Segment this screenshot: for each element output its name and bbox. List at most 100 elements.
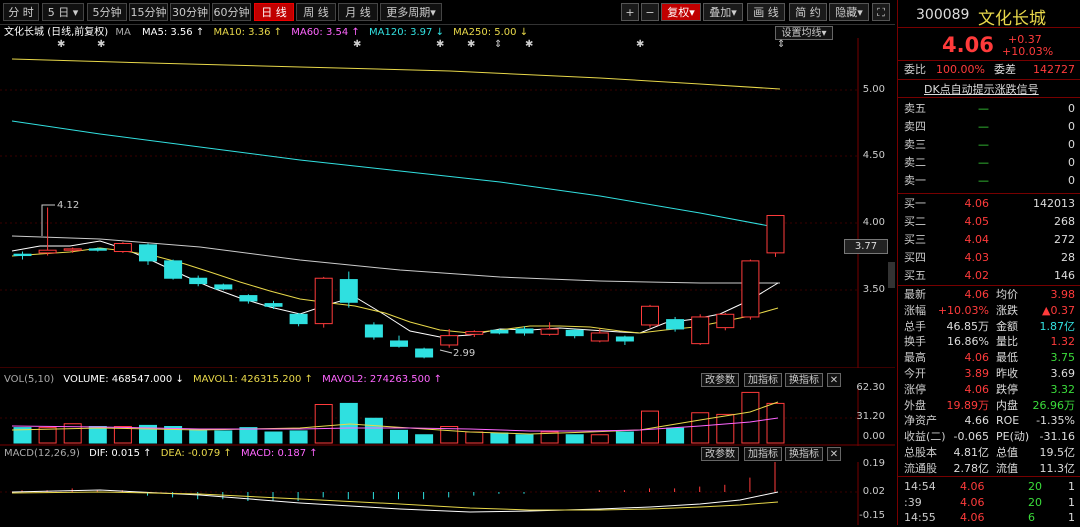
vol-y-label-bottom: 0.00 bbox=[862, 431, 885, 442]
mavol1-text: MAVOL1: 426315.200 bbox=[193, 374, 302, 385]
divider bbox=[898, 97, 1080, 98]
macd-panel-name: MACD(12,26,9) bbox=[4, 448, 80, 459]
volume-bar bbox=[314, 404, 333, 444]
ask-volume: 0 bbox=[1068, 120, 1075, 133]
volume-bar bbox=[766, 402, 785, 444]
tab-30min[interactable]: 30分钟 bbox=[170, 3, 210, 21]
bid-row: 买一 4.06 142013 bbox=[898, 195, 1080, 213]
candle bbox=[113, 243, 132, 253]
candle bbox=[766, 214, 785, 254]
arrow-down-icon: ↓ bbox=[435, 27, 444, 38]
candle bbox=[364, 324, 383, 338]
ask-price: — bbox=[978, 138, 989, 151]
candle bbox=[239, 295, 258, 302]
macd-modify-params-button[interactable]: 改参数 bbox=[701, 447, 739, 461]
volume-bar bbox=[214, 430, 233, 444]
candlestick-chart[interactable]: ✱ ✱ ✱ ✱ ✱ ⇕ ✱ ✱ ⇕ 4.12 2.99 bbox=[0, 38, 895, 368]
hide-label: 隐藏 bbox=[835, 6, 858, 19]
chevron-down-icon: ▾ bbox=[689, 6, 695, 19]
candle bbox=[214, 284, 233, 290]
ask-volume: 0 bbox=[1068, 174, 1075, 187]
vol-close-icon[interactable]: ✕ bbox=[827, 373, 841, 387]
candle bbox=[164, 260, 183, 279]
bid-price: 4.03 bbox=[964, 251, 990, 264]
arrow-up-icon: ↑ bbox=[433, 374, 442, 385]
tab-daily[interactable]: 日 线 bbox=[254, 3, 294, 21]
zoom-in-button[interactable]: + bbox=[621, 3, 639, 21]
macd-chart[interactable] bbox=[0, 462, 895, 525]
candle bbox=[38, 249, 57, 254]
arrow-up-icon: ↑ bbox=[143, 448, 152, 459]
ask-row: 卖五 — 0 bbox=[898, 100, 1080, 118]
svg-text:✱: ✱ bbox=[97, 39, 105, 50]
bid-label: 买一 bbox=[904, 197, 926, 210]
bid-price: 4.02 bbox=[964, 269, 990, 282]
price-change-pct: +10.03% bbox=[1002, 45, 1054, 58]
ma120-text: MA120: 3.97 bbox=[369, 27, 433, 38]
zoom-out-button[interactable]: − bbox=[641, 3, 659, 21]
macd-histogram bbox=[21, 462, 776, 501]
y-label-450: 4.50 bbox=[862, 150, 885, 161]
stock-code: 300089 bbox=[916, 7, 970, 23]
candle bbox=[716, 313, 735, 329]
tab-5day[interactable]: 5 日 ▾ bbox=[42, 3, 84, 21]
dk-signal-link[interactable]: DK点自动提示涨跌信号 bbox=[924, 81, 1039, 97]
tab-intraday[interactable]: 分 时 bbox=[3, 3, 39, 21]
candle bbox=[13, 253, 32, 257]
vol-switch-indicator-button[interactable]: 换指标 bbox=[785, 373, 823, 387]
volume-bar bbox=[88, 426, 107, 444]
tab-60min[interactable]: 60分钟 bbox=[212, 3, 251, 21]
ma5-value: MA5: 3.56 ↑ bbox=[142, 27, 204, 38]
weibi-row: 委比 100.00% 委差 142727 bbox=[898, 61, 1080, 79]
vol-add-indicator-button[interactable]: 加指标 bbox=[744, 373, 782, 387]
volume-chart[interactable] bbox=[0, 388, 895, 446]
overlay-button[interactable]: 叠加▾ bbox=[703, 3, 743, 21]
fullscreen-icon[interactable]: ⛶ bbox=[872, 3, 890, 21]
arrow-down-icon: ↓ bbox=[519, 27, 529, 38]
ma5-line bbox=[11, 240, 779, 338]
stat-value: 2.78亿 bbox=[953, 461, 990, 475]
draw-line-button[interactable]: 画 线 bbox=[747, 3, 785, 21]
chevron-down-icon: ▾ bbox=[857, 6, 863, 19]
ma120-value: MA120: 3.97 ↓ bbox=[369, 27, 444, 38]
tab-monthly[interactable]: 月 线 bbox=[338, 3, 378, 21]
arrow-up-icon: ↑ bbox=[309, 448, 318, 459]
tab-weekly[interactable]: 周 线 bbox=[296, 3, 336, 21]
tab-more-periods[interactable]: 更多周期▾ bbox=[380, 3, 442, 21]
candle bbox=[139, 244, 157, 262]
volume-bar bbox=[565, 434, 584, 444]
ask-row: 卖一 — 0 bbox=[898, 172, 1080, 190]
candle bbox=[741, 260, 760, 318]
divider bbox=[898, 79, 1080, 80]
macd-add-indicator-button[interactable]: 加指标 bbox=[744, 447, 782, 461]
macd-switch-indicator-button[interactable]: 换指标 bbox=[785, 447, 823, 461]
ma120-line bbox=[11, 120, 781, 229]
low-annotation-line bbox=[439, 349, 453, 354]
adjust-button[interactable]: 复权▾ bbox=[661, 3, 701, 21]
ma250-value: MA250: 5.00 ↓ bbox=[453, 27, 528, 38]
simplify-button[interactable]: 简 约 bbox=[789, 3, 827, 21]
dif-value: DIF: 0.015 ↑ bbox=[89, 448, 151, 459]
high-annotation-line bbox=[41, 204, 55, 236]
bid-row: 买三 4.04 272 bbox=[898, 231, 1080, 249]
hide-button[interactable]: 隐藏▾ bbox=[829, 3, 869, 21]
volume-bar bbox=[666, 427, 685, 444]
macd-info-line: MACD(12,26,9) DIF: 0.015 ↑ DEA: -0.079 ↑… bbox=[4, 448, 318, 460]
tick-price: 4.06 bbox=[960, 511, 985, 524]
candles bbox=[13, 207, 785, 359]
event-markers: ✱ ✱ ✱ ✱ ✱ ⇕ ✱ ✱ ⇕ bbox=[57, 39, 785, 50]
arrow-up-icon: ↑ bbox=[273, 27, 283, 38]
macd-y-label-mid: 0.02 bbox=[862, 486, 885, 497]
vol-modify-params-button[interactable]: 改参数 bbox=[701, 373, 739, 387]
side-collapse-handle[interactable] bbox=[888, 262, 895, 288]
macd-close-icon[interactable]: ✕ bbox=[827, 447, 841, 461]
candle bbox=[691, 316, 710, 345]
tab-15min[interactable]: 15分钟 bbox=[129, 3, 168, 21]
candle bbox=[615, 336, 634, 342]
volume-bar bbox=[364, 417, 383, 444]
candle bbox=[88, 248, 107, 251]
tab-5min[interactable]: 5分钟 bbox=[87, 3, 127, 21]
current-price-tag: 3.77 bbox=[844, 239, 888, 254]
candle bbox=[415, 348, 434, 358]
tick-row: 14:55 4.06 6 1 bbox=[898, 509, 1080, 527]
